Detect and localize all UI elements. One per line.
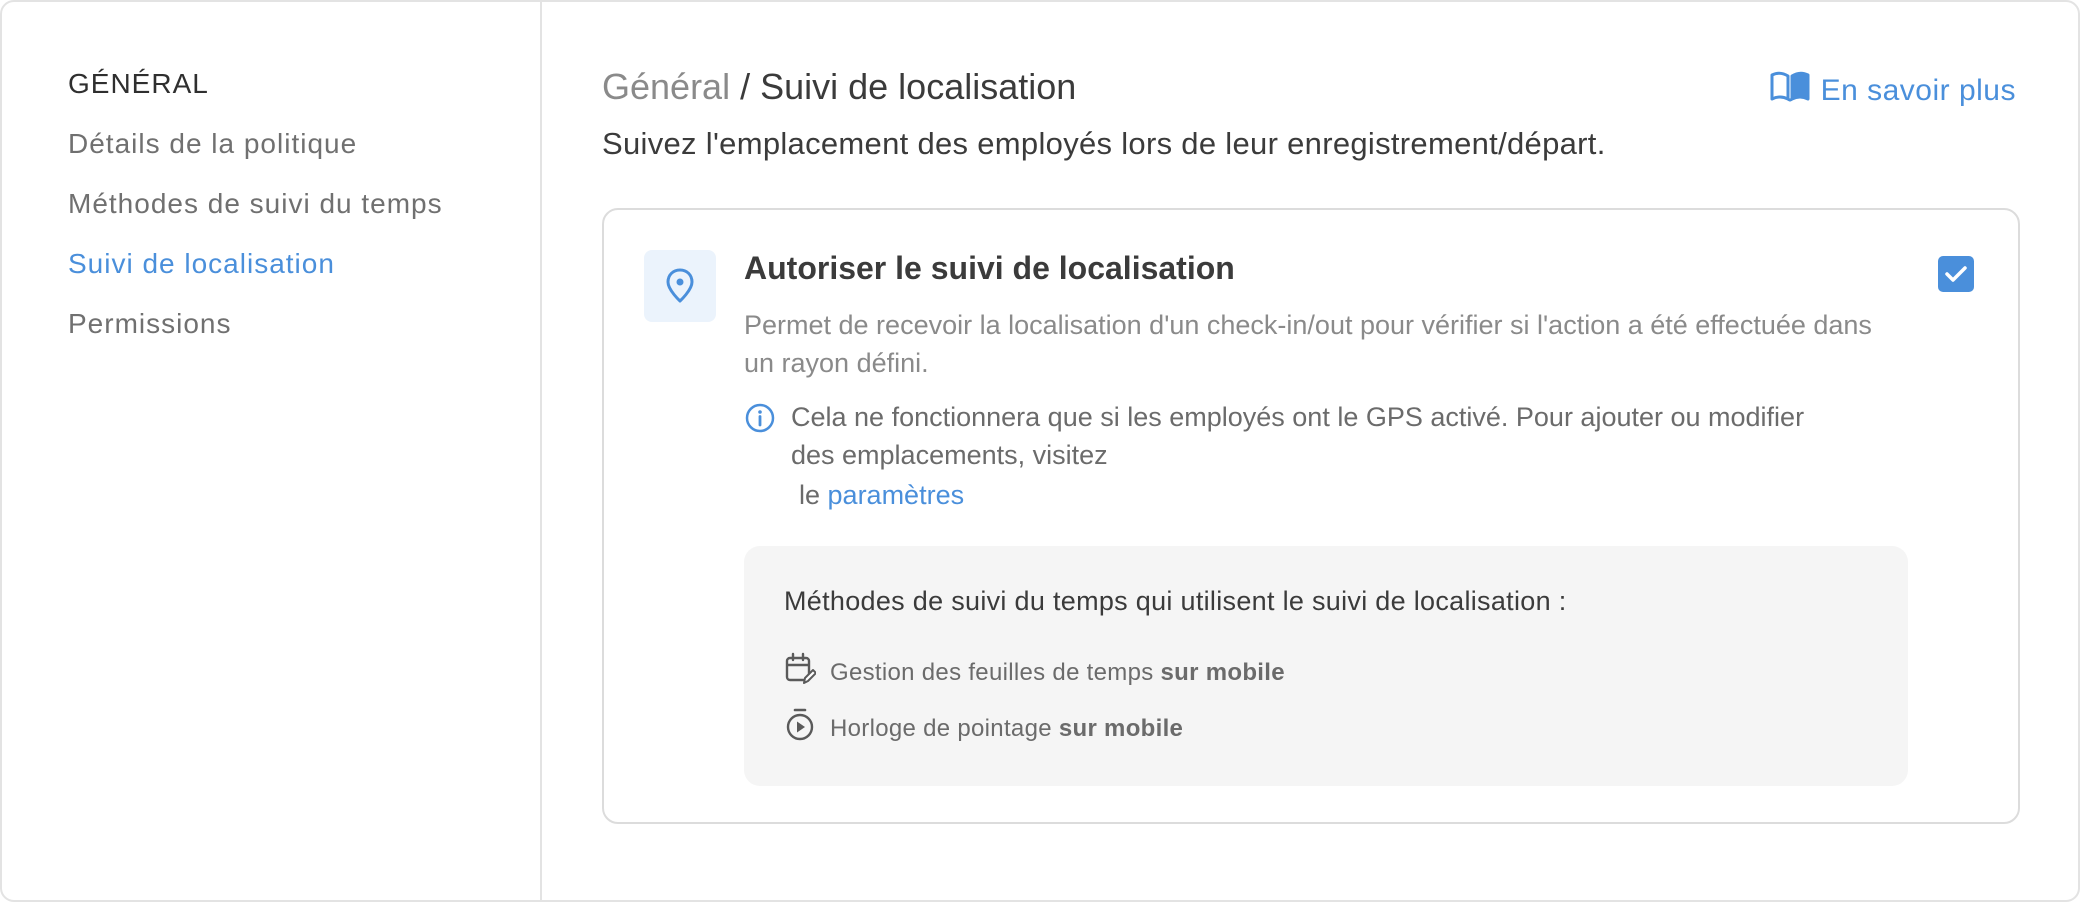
breadcrumb: Général / Suivi de localisation [602, 66, 1076, 108]
card-title: Autoriser le suivi de localisation [744, 250, 1235, 286]
location-pin-icon [644, 250, 716, 322]
gps-info-text: Cela ne fonctionnera que si les employés… [791, 402, 1805, 470]
info-link-line: le paramètres [799, 476, 964, 514]
calendar-edit-icon [784, 652, 817, 693]
sidebar: GÉNÉRAL Détails de la politique Méthodes… [2, 2, 542, 900]
card-description: Permet de recevoir la localisation d'un … [744, 310, 1872, 378]
learn-more-label: En savoir plus [1820, 74, 2016, 107]
learn-more-link[interactable]: En savoir plus [1769, 70, 2016, 112]
methods-title: Méthodes de suivi du temps qui utilisent… [784, 586, 1567, 616]
method-item-timesheets: Gestion des feuilles de temps sur mobile [784, 652, 1285, 693]
sidebar-heading: GÉNÉRAL [68, 68, 209, 99]
breadcrumb-separator: / [730, 66, 761, 107]
method-label: Gestion des feuilles de temps sur mobile [830, 658, 1285, 686]
methods-box: Méthodes de suivi du temps qui utilisent… [744, 546, 1908, 786]
method-item-time-clock: Horloge de pointage sur mobile [784, 708, 1183, 749]
book-icon [1769, 70, 1811, 112]
page-subtitle: Suivez l'emplacement des employés lors d… [602, 126, 1606, 161]
sidebar-item-location-tracking[interactable]: Suivi de localisation [68, 248, 335, 280]
location-tracking-card: Autoriser le suivi de localisation Perme… [602, 208, 2020, 824]
sidebar-item-permissions[interactable]: Permissions [68, 308, 231, 340]
sidebar-item-time-tracking-methods[interactable]: Méthodes de suivi du temps [68, 188, 443, 220]
main-content: Général / Suivi de localisation En savoi… [602, 2, 2078, 900]
allow-location-tracking-checkbox[interactable] [1938, 256, 1974, 292]
info-link-prefix: le [799, 480, 821, 510]
settings-link[interactable]: paramètres [828, 480, 965, 510]
page-title: Suivi de localisation [760, 66, 1077, 107]
sidebar-item-policy-details[interactable]: Détails de la politique [68, 128, 357, 160]
method-label: Horloge de pointage sur mobile [830, 714, 1184, 742]
breadcrumb-parent[interactable]: Général [602, 66, 730, 107]
info-icon [744, 402, 776, 439]
app-frame: GÉNÉRAL Détails de la politique Méthodes… [0, 0, 2080, 902]
stopwatch-icon [784, 708, 816, 749]
check-icon [1945, 266, 1967, 282]
